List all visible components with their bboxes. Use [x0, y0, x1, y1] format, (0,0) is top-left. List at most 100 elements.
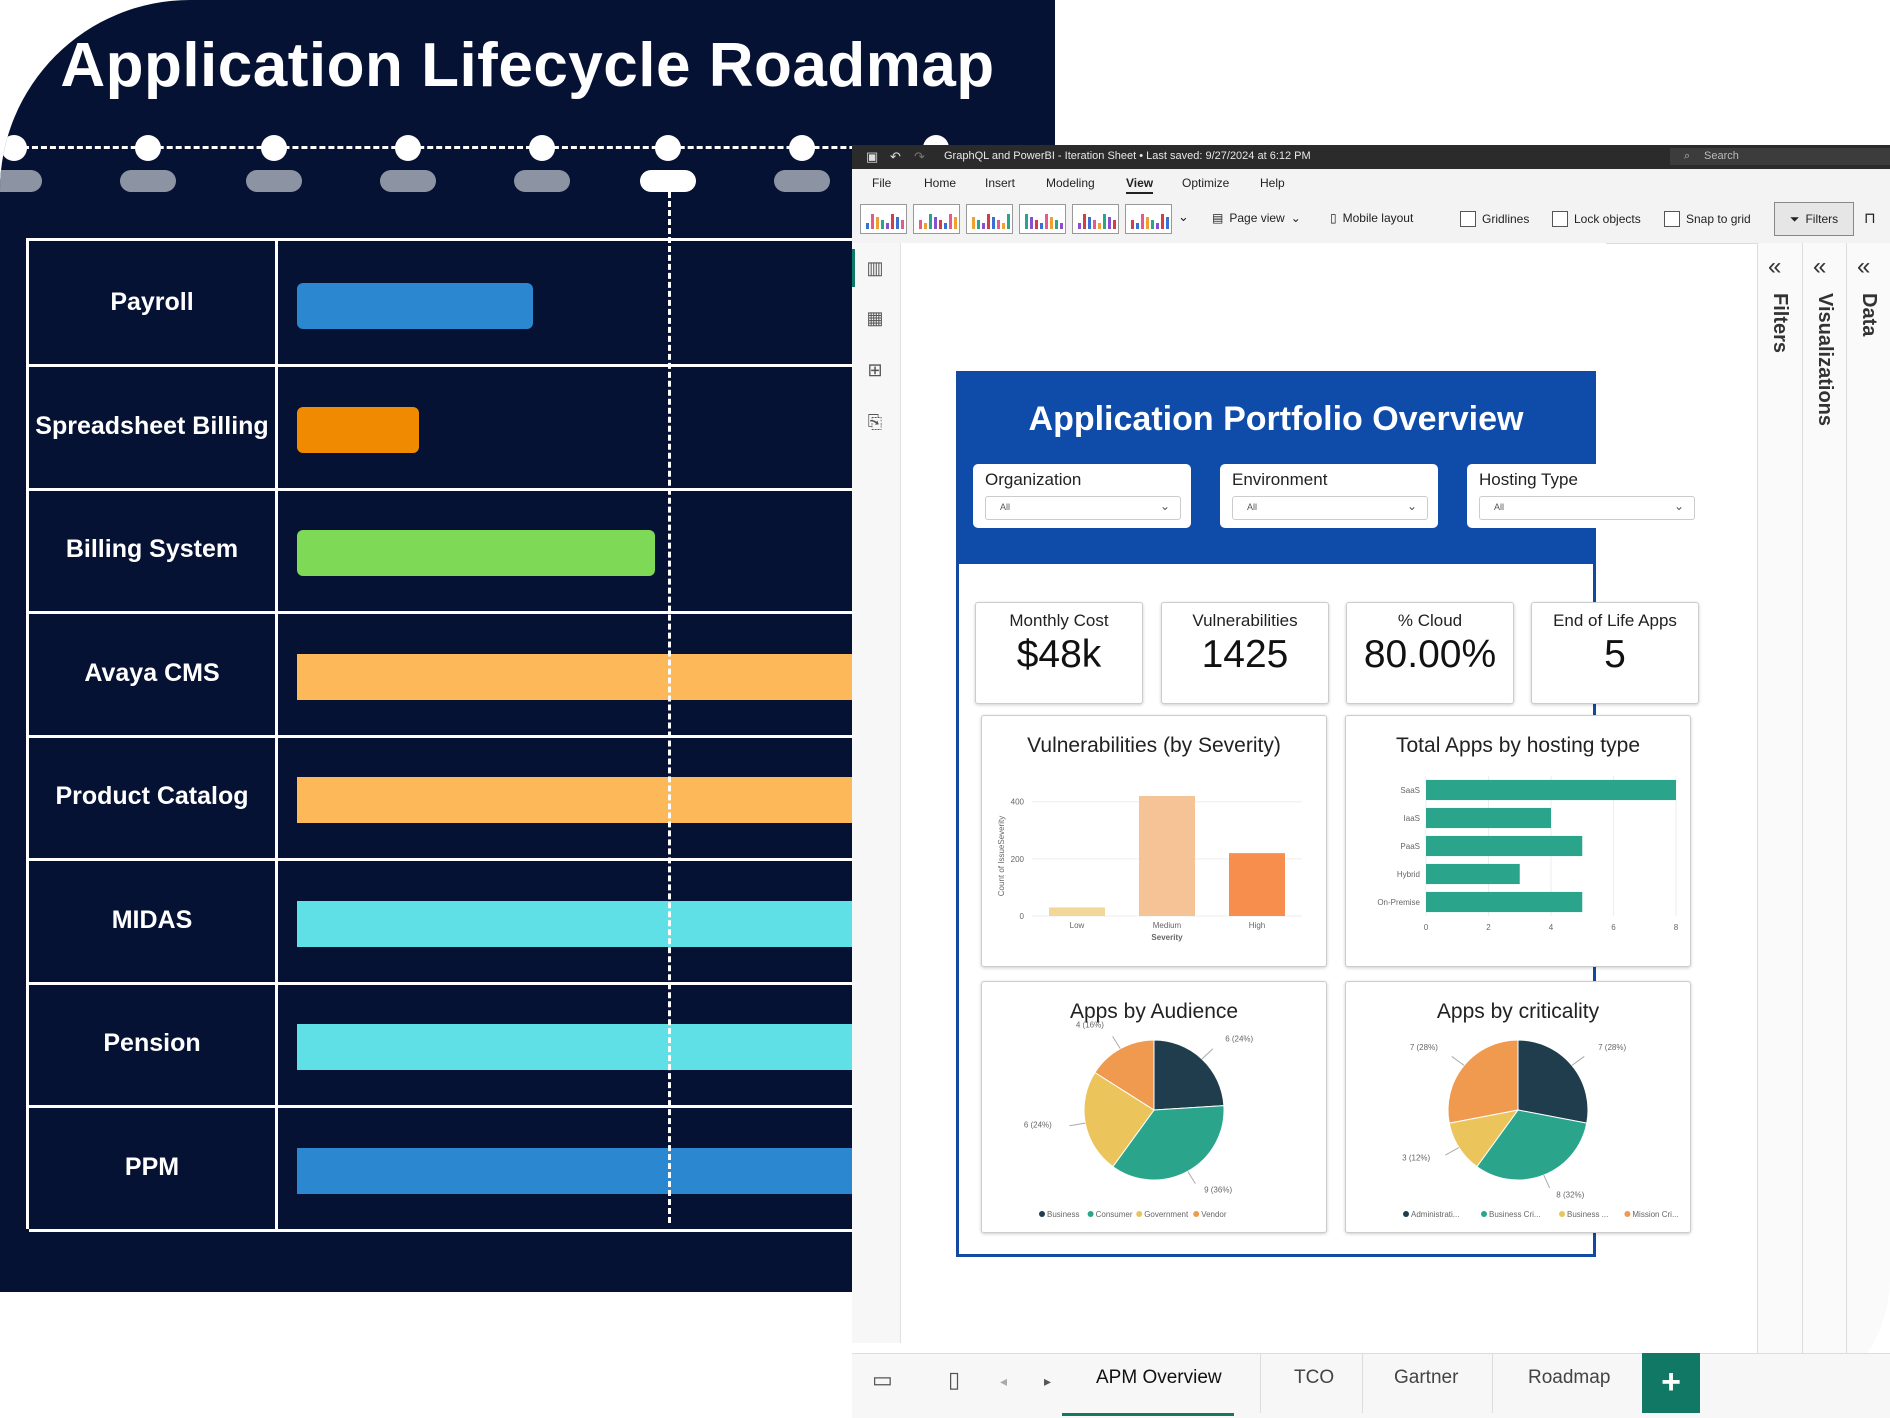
- next-page-icon[interactable]: ▸: [1044, 1373, 1051, 1390]
- hosting-type-dropdown[interactable]: All ⌄: [1479, 496, 1695, 520]
- theme-thumbnail[interactable]: [1019, 204, 1066, 234]
- pie-slice: [1517, 1039, 1589, 1124]
- timeline-period: [380, 170, 436, 192]
- vulnerabilities-chart[interactable]: Vulnerabilities (by Severity) 0 200 400 Cou…: [981, 715, 1327, 967]
- roadmap-bar[interactable]: [297, 283, 533, 329]
- theme-thumbnail[interactable]: [1125, 204, 1172, 234]
- y-tick-label: 400: [1011, 798, 1025, 807]
- tab-gartner[interactable]: Gartner: [1394, 1367, 1458, 1389]
- pie-leader-line: [1187, 1171, 1196, 1184]
- data-pane[interactable]: « Data: [1846, 243, 1890, 1353]
- bar: [1426, 779, 1676, 801]
- criticality-chart[interactable]: Apps by criticality 7 (28%) 8 (32%) 3 (12%…: [1345, 981, 1691, 1233]
- timeline-dot: [261, 135, 287, 161]
- filter-icon: ⏷: [1789, 211, 1800, 226]
- report-view-icon[interactable]: ▥: [864, 257, 886, 279]
- menu-optimize[interactable]: Optimize: [1182, 176, 1229, 190]
- theme-expand-icon[interactable]: ⌄: [1178, 209, 1189, 225]
- theme-thumbnail[interactable]: [860, 204, 907, 234]
- vulnerabilities-chart-svg: 0 200 400 Count of IssueSeverity Low Medium Hi…: [997, 796, 1302, 942]
- organization-dropdown[interactable]: All ⌄: [985, 496, 1181, 520]
- audience-chart[interactable]: Apps by Audience 6 (24%) 9 (36%) 6 (24%) 4 …: [981, 981, 1327, 1233]
- ribbon: ⌄ ▤ Page view ⌄ ▯ Mobile layout Gridline…: [852, 197, 1890, 244]
- desktop-view-icon[interactable]: ▭: [872, 1367, 893, 1393]
- roadmap-bar[interactable]: [297, 406, 419, 453]
- roadmap-app-label: MIDAS: [29, 858, 278, 982]
- theme-thumbnail[interactable]: [913, 204, 960, 234]
- timeline-dot: [1, 135, 27, 161]
- pie-data-label: 9 (36%): [1204, 1185, 1232, 1194]
- page-view-icon: ▤: [1212, 211, 1224, 225]
- theme-thumbnail[interactable]: [1072, 204, 1119, 234]
- menu-insert[interactable]: Insert: [985, 176, 1015, 190]
- mobile-layout-button[interactable]: ▯ Mobile layout: [1330, 211, 1413, 225]
- timeline-period: [246, 170, 302, 192]
- dashboard-visuals: Vulnerabilities (by Severity) 0 200 400 Cou…: [956, 595, 1691, 1245]
- lock-objects-checkbox[interactable]: Lock objects: [1552, 211, 1641, 227]
- theme-thumbnail[interactable]: [966, 204, 1013, 234]
- chevron-down-icon: ⌄: [1290, 211, 1301, 225]
- bar: [1139, 796, 1195, 916]
- chevron-down-icon: ⌄: [1159, 499, 1170, 513]
- hosting-type-chart[interactable]: Total Apps by hosting type 0 2 4 6 8 SaaS IaaS…: [1345, 715, 1691, 967]
- page-view-label: Page view: [1229, 211, 1285, 225]
- filters-toggle-button[interactable]: ⏷ Filters: [1774, 202, 1854, 236]
- pie-leader-line: [1445, 1147, 1460, 1156]
- mobile-view-icon[interactable]: ▯: [948, 1367, 960, 1393]
- y-tick-label: 0: [1020, 912, 1025, 921]
- roadmap-app-label: Pension: [29, 982, 278, 1105]
- pie-data-label: 7 (28%): [1410, 1043, 1438, 1052]
- legend-marker: [1559, 1211, 1565, 1217]
- save-icon[interactable]: ▣: [866, 149, 878, 165]
- model-view-icon[interactable]: ⊞: [864, 359, 886, 381]
- menu-modeling[interactable]: Modeling: [1046, 176, 1095, 190]
- timeline-period: [0, 170, 42, 192]
- y-tick-label: On-Premise: [1377, 898, 1420, 907]
- menu-help[interactable]: Help: [1260, 176, 1285, 190]
- timeline-period: [514, 170, 570, 192]
- gridlines-checkbox[interactable]: Gridlines: [1460, 211, 1529, 227]
- roadmap-bar[interactable]: [297, 530, 655, 576]
- snap-to-grid-label: Snap to grid: [1686, 212, 1751, 226]
- visualizations-pane[interactable]: « Visualizations: [1802, 243, 1847, 1353]
- environment-dropdown[interactable]: All ⌄: [1232, 496, 1428, 520]
- table-view-icon[interactable]: ▦: [864, 307, 886, 329]
- roadmap-title: Application Lifecycle Roadmap: [60, 31, 995, 100]
- hosting-type-slicer[interactable]: Hosting Type All ⌄: [1467, 464, 1705, 528]
- audience-chart-svg: 6 (24%) 9 (36%) 6 (24%) 4 (16%) Business Cons…: [1024, 1021, 1254, 1219]
- environment-slicer[interactable]: Environment All ⌄: [1220, 464, 1438, 528]
- organization-slicer[interactable]: Organization All ⌄: [973, 464, 1191, 528]
- undo-icon[interactable]: ↶: [890, 149, 901, 165]
- tab-apm-overview[interactable]: APM Overview: [1096, 1367, 1222, 1389]
- tab-tco[interactable]: TCO: [1294, 1367, 1334, 1389]
- filters-pane[interactable]: « Filters: [1757, 243, 1803, 1353]
- add-page-button[interactable]: +: [1642, 1353, 1700, 1413]
- snap-to-grid-checkbox[interactable]: Snap to grid: [1664, 211, 1751, 227]
- page-view-button[interactable]: ▤ Page view ⌄: [1212, 211, 1301, 225]
- filters-pane-label: Filters: [1769, 293, 1791, 354]
- dashboard-title: Application Portfolio Overview: [1028, 400, 1524, 438]
- collapse-visualizations-icon[interactable]: «: [1813, 253, 1826, 281]
- tab-roadmap[interactable]: Roadmap: [1528, 1367, 1610, 1389]
- roadmap-app-label: Product Catalog: [29, 735, 278, 858]
- window-title: GraphQL and PowerBI - Iteration Sheet • …: [944, 150, 1311, 162]
- x-tick-label: Low: [1070, 921, 1085, 930]
- x-tick-label: 8: [1674, 923, 1679, 932]
- active-tab-underline: [1062, 1413, 1234, 1416]
- timeline-dot: [135, 135, 161, 161]
- dax-query-icon[interactable]: ⎘: [864, 411, 886, 433]
- search-input[interactable]: ⌕ Search: [1670, 148, 1890, 165]
- collapse-data-icon[interactable]: «: [1857, 253, 1870, 281]
- mobile-icon: ▯: [1330, 211, 1337, 225]
- collapse-filters-icon[interactable]: «: [1768, 253, 1781, 281]
- redo-icon[interactable]: ↷: [914, 149, 925, 165]
- pie-leader-line: [1112, 1036, 1121, 1049]
- legend-marker: [1193, 1211, 1200, 1217]
- menu-view[interactable]: View: [1126, 176, 1154, 194]
- menu-file[interactable]: File: [872, 176, 891, 190]
- bookmark-icon[interactable]: ⊓: [1864, 209, 1876, 227]
- prev-page-icon[interactable]: ◂: [1000, 1373, 1007, 1390]
- legend-marker: [1403, 1211, 1409, 1217]
- timeline-period: [774, 170, 830, 192]
- menu-home[interactable]: Home: [924, 176, 956, 190]
